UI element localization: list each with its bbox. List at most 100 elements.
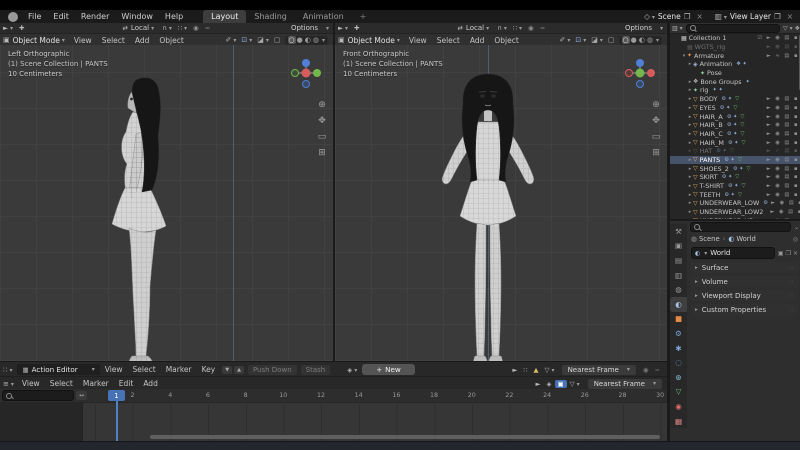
outliner-row[interactable]: ▸ ◈ Animation ❖ ✦ (670, 60, 800, 69)
outliner-row[interactable]: ▸ ▽ BODY ⚙ ✦ ▽ ► ◉ ▤ ▪ (670, 95, 800, 104)
character-wireframe-front[interactable] (433, 68, 543, 361)
snap-with-icon[interactable]: ∷▾ (175, 24, 190, 32)
proportional-falloff-icon[interactable]: ≈ (537, 24, 548, 32)
outliner-row[interactable]: ▸ ▽ HAIR_B ⚙ ✦ ▽ ► ◉ ▤ ▪ (670, 121, 800, 130)
options-dropdown[interactable]: Options (625, 24, 652, 32)
row-visibility-toggles[interactable]: ► ◉ ▤ ▪ (767, 157, 799, 163)
snap-magnet-icon[interactable]: ∩▾ (159, 24, 175, 32)
timeline-scrollbar[interactable] (150, 435, 660, 439)
shading-material-icon[interactable]: ◐ (304, 36, 312, 44)
nla-menu-item[interactable]: Select (45, 379, 78, 388)
outliner-row[interactable]: ▸ ▽ HAIR_C ⚙ ✦ ▽ ► ◉ ▤ ▪ (670, 130, 800, 139)
row-visibility-toggles[interactable]: ► ◉ ▤ ▪ (767, 114, 799, 120)
outliner-row[interactable]: ▸ ▽ HAIR_M ⚙ ✦ ▽ ► ◉ ▤ ▪ (670, 138, 800, 147)
view-layer-icon[interactable]: ▥▾ (712, 12, 730, 21)
scene-icon[interactable]: ◇▾ (641, 12, 658, 21)
editor-type-icon[interactable]: ▣ (0, 36, 13, 44)
world-datablock-selector[interactable]: ◐▾ World (691, 247, 775, 259)
nla-menu-item[interactable]: Add (138, 379, 163, 388)
dopesheet-mode-dropdown[interactable]: ▦ Action Editor ▾ (17, 364, 99, 375)
viewport-menu-item[interactable]: Object (489, 36, 523, 45)
shading-rendered-icon[interactable]: ◍ (646, 36, 654, 44)
gizmos-icon[interactable]: ⊡▾ (575, 36, 586, 44)
gizmo-y-axis[interactable] (313, 69, 321, 77)
gizmo-z-neg[interactable] (637, 81, 644, 88)
row-visibility-toggles[interactable]: ► ◉ ▤ ▪ (770, 209, 800, 215)
row-visibility-toggles[interactable]: ► ◉ ▤ ▪ (771, 200, 800, 206)
viewport-menu-item[interactable]: Add (465, 36, 490, 45)
shading-material-icon[interactable]: ◐ (638, 36, 646, 44)
outliner-item-label[interactable]: Collection 1 (689, 34, 727, 42)
topbar-menu-item[interactable]: Window (115, 12, 159, 21)
new-scene-icon[interactable]: ❐ (681, 12, 694, 21)
outliner-item-label[interactable]: UNDERWEAR_LOW (700, 199, 760, 207)
topbar-menu-item[interactable]: Render (75, 12, 115, 21)
unlink-scene-icon[interactable]: × (693, 12, 705, 21)
properties-tab-icon[interactable]: ◌ (670, 355, 687, 370)
new-view-layer-icon[interactable]: ❐ (771, 12, 784, 21)
nla-editor-type-icon[interactable]: ≡▾ (0, 380, 17, 388)
outliner-item-label[interactable]: rig (700, 86, 708, 94)
row-visibility-toggles[interactable]: ► ◉ ▤ ▪ (767, 174, 799, 180)
stash-button[interactable]: Stash (301, 365, 331, 375)
only-selected-icon[interactable]: ► (533, 380, 544, 388)
breadcrumb-scene[interactable]: Scene (699, 235, 720, 243)
collapsed-panel-header[interactable]: ▸ Viewport Display ∷ (691, 290, 798, 301)
workspace-tab[interactable]: Shading (246, 10, 295, 23)
channel-search-input[interactable] (2, 390, 74, 401)
row-visibility-toggles[interactable]: ► ◉ ▤ ▪ (767, 96, 799, 102)
breadcrumb-world[interactable]: World (736, 235, 755, 243)
orientation-value[interactable]: Local (466, 24, 484, 32)
zoom-icon[interactable]: ⊕ (648, 97, 664, 113)
outliner-row[interactable]: ▸ ▽ PANTS ⚙ ✦ ▽ ► ◉ ▤ ▪ (670, 156, 800, 165)
active-tool-icon[interactable]: ►▾ (0, 24, 16, 32)
nla-menu-item[interactable]: View (17, 379, 45, 388)
snap-mode-dropdown[interactable]: Nearest Frame▾ (562, 365, 636, 375)
only-selected-icon[interactable]: ► (509, 366, 520, 374)
shading-wireframe-icon[interactable]: ○ (622, 36, 630, 44)
row-visibility-toggles[interactable]: ► ◉ ▤ ▪ (767, 44, 799, 50)
row-visibility-toggles[interactable]: ► ◉ ▤ ▪ (767, 122, 799, 128)
navigation-gizmo[interactable] (622, 55, 658, 91)
collapsed-panel-header[interactable]: ▸ Surface ∷ (691, 262, 798, 273)
editor-type-icon[interactable]: ▣ (335, 36, 348, 44)
properties-tab-icon[interactable]: ⊛ (670, 370, 687, 385)
properties-tab-icon[interactable]: ✱ (670, 341, 687, 356)
world-name[interactable]: World (710, 249, 730, 257)
blender-logo-icon[interactable] (8, 12, 18, 22)
gizmos-icon[interactable]: ⊡▾ (241, 36, 252, 44)
proportional-edit-icon[interactable]: ◉ (640, 366, 652, 374)
viewport-left-canvas[interactable]: ⊕ ✥ ▭ ⊞ Left Orthographic (1) Scene Coll… (0, 45, 333, 361)
outliner-item-label[interactable]: HAIR_A (700, 113, 723, 121)
row-visibility-toggles[interactable]: ► ◉ ▤ ▪ (767, 105, 799, 111)
proportional-falloff-icon[interactable]: ≈ (652, 366, 663, 374)
outliner-row[interactable]: ▸ ▽ SKIRT ⚙ ✦ ▽ ► ◉ ▤ ▪ (670, 173, 800, 182)
viewport-menu-item[interactable]: Object (154, 36, 188, 45)
outliner-item-label[interactable]: SHOES_2 (700, 165, 729, 173)
properties-tab-icon[interactable]: ◉ (670, 399, 687, 414)
outliner-item-label[interactable]: Pose (707, 69, 722, 77)
remove-view-layer-icon[interactable]: × (784, 12, 796, 21)
properties-collapse-icon[interactable]: ⌄ (794, 224, 799, 231)
push-down-button[interactable]: Push Down (248, 365, 297, 375)
properties-tab-icon[interactable]: ⚒ (670, 224, 687, 239)
character-wireframe-side[interactable] (96, 72, 196, 361)
unlink-datablock-icon[interactable]: × (793, 250, 798, 257)
outliner-item-label[interactable]: TEETH (700, 191, 721, 199)
properties-tab-icon[interactable]: ▽ (670, 385, 687, 400)
dopesheet-menu-item[interactable]: Marker (161, 365, 197, 374)
camera-view-icon[interactable]: ▭ (648, 129, 664, 145)
overlays-icon[interactable]: ◪▾ (591, 36, 603, 44)
pan-hand-icon[interactable]: ✥ (314, 113, 330, 129)
row-visibility-toggles[interactable]: ► ◉ ▤ ▪ (767, 192, 799, 198)
proportional-edit-icon[interactable]: ◉ (525, 24, 537, 32)
collapsed-panel-header[interactable]: ▸ Custom Properties ∷ (691, 304, 798, 315)
channel-list-panel[interactable] (0, 402, 83, 441)
show-ghost-curves-icon[interactable]: ◈ (544, 380, 555, 388)
outliner-item-label[interactable]: SKIRT (700, 173, 718, 181)
show-hidden-icon[interactable]: ∷ (520, 366, 530, 374)
snap-with-icon[interactable]: ∷▾ (510, 24, 525, 32)
pin-icon[interactable]: ◎ (793, 236, 798, 243)
properties-tab-icon[interactable]: ▣ (670, 239, 687, 254)
overlays-icon[interactable]: ◪▾ (257, 36, 269, 44)
